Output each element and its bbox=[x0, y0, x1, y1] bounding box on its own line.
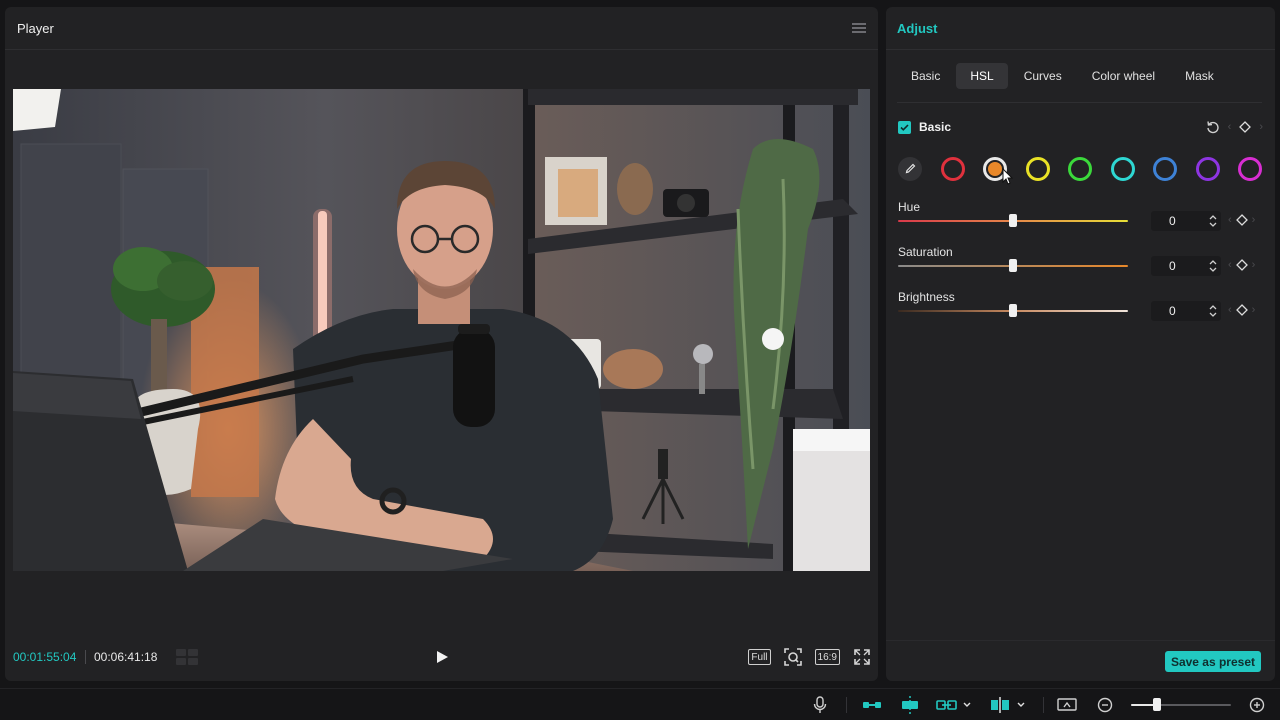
player-view-controls: Full 16:9 bbox=[748, 647, 872, 667]
tabs-divider bbox=[897, 102, 1262, 103]
video-frame-image bbox=[13, 89, 870, 571]
mouse-cursor-icon bbox=[1002, 168, 1014, 185]
grid-icon[interactable] bbox=[176, 649, 198, 665]
brightness-label: Brightness bbox=[898, 290, 955, 304]
adjust-footer-divider bbox=[886, 640, 1275, 641]
brightness-keyframe-controls: ‹ › bbox=[1228, 304, 1255, 316]
current-timecode: 00:01:55:04 bbox=[13, 650, 77, 664]
timecode-divider bbox=[85, 650, 86, 664]
keyframe-diamond-icon[interactable] bbox=[1239, 121, 1252, 133]
next-keyframe-icon[interactable]: › bbox=[1252, 304, 1256, 316]
swatch-green[interactable] bbox=[1068, 157, 1092, 181]
brightness-slider-row: Brightness 0 ‹ › bbox=[898, 288, 1263, 328]
zoom-slider-thumb[interactable] bbox=[1153, 698, 1161, 711]
save-as-preset-button[interactable]: Save as preset bbox=[1164, 651, 1261, 672]
saturation-slider-thumb[interactable] bbox=[1009, 259, 1017, 272]
brightness-slider-thumb[interactable] bbox=[1009, 304, 1017, 317]
preview-axis-icon[interactable] bbox=[1057, 696, 1077, 714]
hue-label: Hue bbox=[898, 200, 921, 214]
tab-hsl[interactable]: HSL bbox=[956, 63, 1008, 89]
zoom-in-icon[interactable] bbox=[1249, 696, 1265, 714]
focus-zoom-icon[interactable] bbox=[783, 647, 803, 667]
saturation-stepper-icon[interactable] bbox=[1207, 257, 1219, 275]
hue-keyframe-controls: ‹ › bbox=[1228, 214, 1255, 226]
adjust-title: Adjust bbox=[897, 20, 938, 36]
tab-color-wheel[interactable]: Color wheel bbox=[1078, 63, 1169, 89]
toolbar-divider bbox=[1043, 697, 1044, 713]
player-header: Player bbox=[5, 7, 878, 50]
tab-curves[interactable]: Curves bbox=[1010, 63, 1076, 89]
hue-slider-row: Hue 0 ‹ › bbox=[898, 198, 1263, 238]
saturation-keyframe-controls: ‹ › bbox=[1228, 259, 1255, 271]
swatch-magenta[interactable] bbox=[1238, 157, 1262, 181]
player-title: Player bbox=[17, 20, 54, 36]
prev-keyframe-icon[interactable]: ‹ bbox=[1228, 304, 1232, 316]
zoom-out-icon[interactable] bbox=[1097, 696, 1113, 714]
hue-slider-thumb[interactable] bbox=[1009, 214, 1017, 227]
player-panel: Player 00:01:55:04 00:06:41:18 Full 16:9 bbox=[5, 7, 878, 681]
adjust-panel: Adjust Basic HSL Curves Color wheel Mask… bbox=[886, 7, 1275, 681]
brightness-stepper-icon[interactable] bbox=[1207, 302, 1219, 320]
microphone-icon[interactable] bbox=[812, 696, 828, 714]
eyedropper-icon bbox=[905, 163, 916, 174]
basic-checkbox[interactable] bbox=[898, 120, 911, 134]
tab-mask[interactable]: Mask bbox=[1171, 63, 1228, 89]
saturation-slider-row: Saturation 0 ‹ › bbox=[898, 243, 1263, 283]
section-tools: ‹ › bbox=[1206, 120, 1263, 134]
video-preview[interactable] bbox=[13, 89, 870, 571]
prev-keyframe-icon[interactable]: ‹ bbox=[1228, 121, 1232, 133]
hue-stepper-icon[interactable] bbox=[1207, 212, 1219, 230]
auto-snap-icon[interactable] bbox=[899, 696, 921, 714]
swatch-yellow[interactable] bbox=[1025, 157, 1050, 181]
color-picker-icon[interactable] bbox=[898, 157, 922, 181]
total-timecode: 00:06:41:18 bbox=[94, 650, 158, 664]
aspect-ratio-button[interactable]: 16:9 bbox=[814, 649, 840, 665]
prev-keyframe-icon[interactable]: ‹ bbox=[1228, 259, 1232, 271]
next-keyframe-icon[interactable]: › bbox=[1252, 259, 1256, 271]
keyframe-diamond-icon[interactable] bbox=[1235, 304, 1248, 316]
app-window: Player 00:01:55:04 00:06:41:18 Full 16:9… bbox=[0, 0, 1280, 720]
fullscreen-icon[interactable] bbox=[852, 647, 872, 667]
play-icon[interactable] bbox=[435, 650, 449, 664]
swatch-red[interactable] bbox=[940, 157, 965, 181]
split-preview-dropdown-icon[interactable] bbox=[990, 696, 1026, 714]
toolbar-divider bbox=[846, 697, 847, 713]
keyframe-diamond-icon[interactable] bbox=[1235, 214, 1248, 226]
menu-icon[interactable] bbox=[852, 23, 866, 33]
color-swatches bbox=[898, 156, 1262, 185]
zoom-slider-track[interactable] bbox=[1131, 704, 1231, 706]
link-clips-icon[interactable] bbox=[862, 696, 882, 714]
swatch-blue[interactable] bbox=[1153, 157, 1177, 181]
linkage-dropdown-icon[interactable] bbox=[936, 696, 972, 714]
player-controls: 00:01:55:04 00:06:41:18 Full 16:9 bbox=[5, 633, 878, 681]
check-icon bbox=[900, 123, 909, 131]
saturation-label: Saturation bbox=[898, 245, 953, 259]
section-label: Basic bbox=[919, 120, 952, 134]
next-keyframe-icon[interactable]: › bbox=[1259, 121, 1263, 133]
bottom-toolbar bbox=[0, 688, 1280, 720]
reset-icon[interactable] bbox=[1206, 120, 1220, 134]
adjust-header: Adjust bbox=[886, 7, 1275, 50]
swatch-purple[interactable] bbox=[1195, 157, 1220, 181]
basic-section-header: Basic ‹ › bbox=[898, 119, 1263, 135]
full-quality-button[interactable]: Full bbox=[748, 649, 771, 665]
adjust-tabs: Basic HSL Curves Color wheel Mask bbox=[897, 63, 1262, 90]
prev-keyframe-icon[interactable]: ‹ bbox=[1228, 214, 1232, 226]
tab-basic[interactable]: Basic bbox=[897, 63, 954, 89]
swatch-cyan[interactable] bbox=[1110, 157, 1135, 181]
keyframe-diamond-icon[interactable] bbox=[1235, 259, 1248, 271]
next-keyframe-icon[interactable]: › bbox=[1252, 214, 1256, 226]
